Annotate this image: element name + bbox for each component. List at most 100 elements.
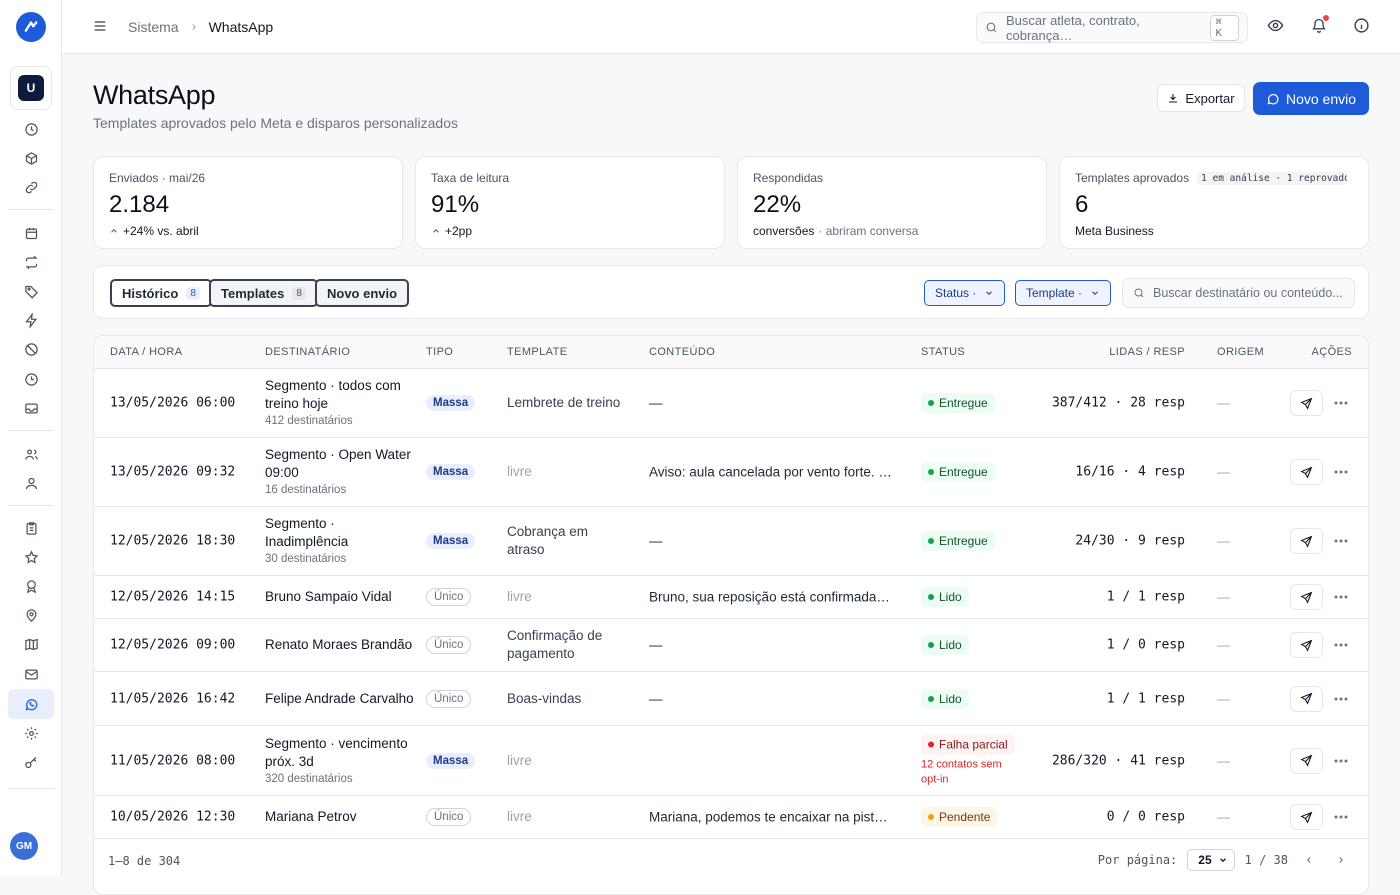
whatsapp-icon: [1266, 92, 1280, 106]
messages-table: DATA / HORA DESTINATÁRIO TIPO TEMPLATE C…: [93, 335, 1369, 895]
per-page-select[interactable]: 25: [1187, 849, 1235, 871]
recipient-count: 320 destinatários: [265, 772, 353, 785]
column-header[interactable]: LIDAS / RESP: [1109, 346, 1185, 358]
eye-icon[interactable]: [1267, 17, 1284, 34]
chevron-left-icon[interactable]: [1298, 855, 1320, 865]
send-icon: [1300, 811, 1313, 824]
status-dot: [928, 594, 934, 600]
row-date: 13/05/2026 06:00: [110, 395, 236, 411]
more-options-icon[interactable]: [1334, 697, 1348, 701]
more-options-icon[interactable]: [1334, 759, 1348, 763]
column-header[interactable]: DESTINATÁRIO: [265, 346, 350, 358]
table-row[interactable]: 12/05/2026 14:15 Bruno Sampaio Vidal Único…: [94, 576, 1368, 619]
avatar[interactable]: GM: [10, 832, 38, 860]
new-send-button[interactable]: Novo envio: [1253, 82, 1369, 115]
resend-button[interactable]: [1290, 804, 1323, 830]
users-icon[interactable]: [16, 441, 46, 467]
template-filter[interactable]: Template ·: [1015, 280, 1112, 306]
row-recipient: Segmento · vencimento próx. 3d 320 destin…: [265, 735, 415, 787]
more-options-icon[interactable]: [1334, 470, 1348, 474]
user-icon[interactable]: [16, 470, 46, 496]
row-template: Lembrete de treino: [507, 395, 621, 410]
ban-icon[interactable]: [16, 336, 46, 362]
page-subtitle: Templates aprovados pelo Meta e disparos…: [93, 115, 458, 131]
clock-icon[interactable]: [16, 116, 46, 142]
gear-icon[interactable]: [16, 720, 46, 746]
column-header[interactable]: DATA / HORA: [110, 346, 182, 358]
status-dot: [928, 814, 934, 820]
more-options-icon[interactable]: [1334, 539, 1348, 543]
more-options-icon[interactable]: [1334, 815, 1348, 819]
tab-templates[interactable]: Templates 8: [209, 279, 318, 307]
per-page-value: 25: [1198, 853, 1212, 867]
cube-icon[interactable]: [16, 145, 46, 171]
map-pin-icon[interactable]: [16, 602, 46, 628]
status-label: Entregue: [939, 534, 988, 548]
key-icon[interactable]: [16, 749, 46, 775]
bolt-icon[interactable]: [16, 307, 46, 333]
row-read-responses: 16/16 · 4 resp: [1075, 464, 1185, 480]
global-search-input[interactable]: Buscar atleta, contrato, cobrança… ⌘ K: [976, 12, 1248, 43]
mail-icon[interactable]: [16, 661, 46, 687]
bell-icon[interactable]: [1311, 15, 1329, 34]
resend-button[interactable]: [1290, 390, 1323, 416]
table-row[interactable]: 10/05/2026 12:30 Mariana Petrov Único livre…: [94, 796, 1368, 839]
chevron-up-icon: [431, 226, 441, 236]
resend-button[interactable]: [1290, 747, 1323, 774]
table-row[interactable]: 12/05/2026 09:00 Renato Moraes Brandão Úni…: [94, 619, 1368, 672]
status-filter[interactable]: Status ·: [924, 280, 1006, 306]
tag-icon[interactable]: [16, 278, 46, 304]
table-row[interactable]: 13/05/2026 06:00 Segmento · todos com tre…: [94, 369, 1368, 438]
inbox-icon[interactable]: [16, 395, 46, 421]
row-read-responses: 1 / 0 resp: [1106, 637, 1185, 653]
resend-button[interactable]: [1290, 685, 1323, 712]
chevron-right-icon: [189, 22, 199, 32]
stat-label: Respondidas: [753, 171, 824, 185]
column-header[interactable]: TIPO: [426, 346, 453, 358]
pagination-range: 1–8 de 304: [108, 854, 181, 868]
table-row[interactable]: 11/05/2026 16:42 Felipe Andrade Carvalho Ú…: [94, 672, 1368, 726]
resend-button[interactable]: [1290, 632, 1323, 658]
table-row[interactable]: 11/05/2026 08:00 Segmento · vencimento pr…: [94, 726, 1368, 796]
tab-novo-envio[interactable]: Novo envio: [315, 279, 410, 307]
menu-icon[interactable]: [92, 18, 108, 34]
tab-count: 8: [186, 286, 200, 300]
repeat-icon[interactable]: [16, 249, 46, 275]
more-options-icon[interactable]: [1334, 401, 1348, 405]
star-icon[interactable]: [16, 544, 46, 570]
history-icon[interactable]: [16, 366, 46, 392]
app-logo[interactable]: [16, 12, 46, 42]
clipboard-icon[interactable]: [16, 515, 46, 541]
export-button[interactable]: Exportar: [1157, 84, 1245, 112]
whatsapp-icon[interactable]: [8, 689, 54, 719]
download-icon: [1167, 92, 1179, 104]
map-icon[interactable]: [16, 631, 46, 657]
workspace-switcher[interactable]: U: [10, 66, 52, 110]
more-options-icon[interactable]: [1334, 643, 1348, 647]
row-date: 12/05/2026 09:00: [110, 637, 236, 653]
tab-historico[interactable]: Histórico 8: [110, 279, 212, 307]
resend-button[interactable]: [1290, 459, 1323, 485]
table-header: DATA / HORA DESTINATÁRIO TIPO TEMPLATE C…: [94, 336, 1368, 369]
row-date: 12/05/2026 18:30: [110, 533, 236, 549]
column-header[interactable]: TEMPLATE: [507, 346, 567, 358]
tab-label: Histórico: [122, 285, 179, 301]
info-icon[interactable]: [1353, 17, 1370, 34]
resend-button[interactable]: [1290, 528, 1323, 554]
row-read-responses: 24/30 · 9 resp: [1075, 533, 1185, 549]
award-icon[interactable]: [16, 573, 46, 599]
breadcrumb-sistema[interactable]: Sistema: [128, 19, 179, 35]
column-header[interactable]: STATUS: [921, 346, 965, 358]
link-icon[interactable]: [16, 174, 46, 200]
resend-button[interactable]: [1290, 584, 1323, 610]
stat-sub-muted: · abriram conversa: [818, 224, 919, 238]
table-search-input[interactable]: Buscar destinatário ou conteúdo...: [1122, 278, 1355, 308]
table-row[interactable]: 13/05/2026 09:32 Segmento · Open Water 09…: [94, 438, 1368, 507]
status-note: 12 contatos sem opt-in: [921, 758, 1002, 785]
more-options-icon[interactable]: [1334, 595, 1348, 599]
chevron-right-icon[interactable]: [1330, 855, 1352, 865]
table-row[interactable]: 12/05/2026 18:30 Segmento · Inadimplência…: [94, 507, 1368, 576]
calendar-icon[interactable]: [16, 220, 46, 246]
column-header[interactable]: CONTEÚDO: [649, 346, 715, 358]
column-header[interactable]: ORIGEM: [1217, 346, 1264, 358]
